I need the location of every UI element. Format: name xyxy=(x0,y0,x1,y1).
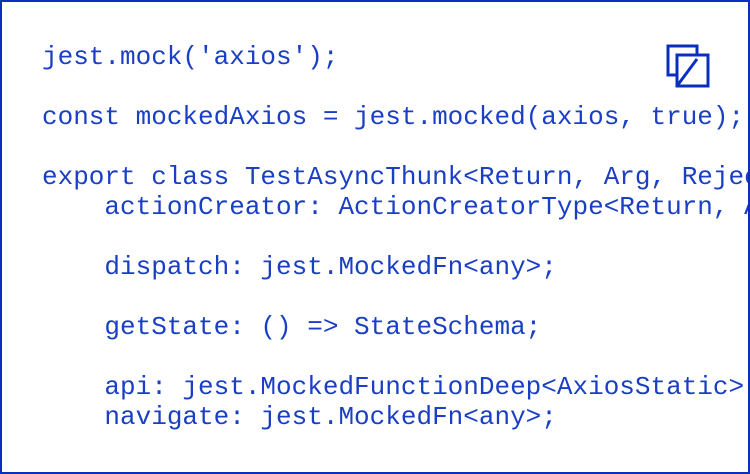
code-line: dispatch: jest.MockedFn<any>; xyxy=(42,252,557,282)
code-block: jest.mock('axios'); const mockedAxios = … xyxy=(42,2,748,432)
code-line: export class TestAsyncThunk<Return, Arg,… xyxy=(42,162,748,192)
code-line: const mockedAxios = jest.mocked(axios, t… xyxy=(42,102,745,132)
code-line: jest.mock('axios'); xyxy=(42,42,339,72)
code-line: navigate: jest.MockedFn<any>; xyxy=(42,402,557,432)
code-line: getState: () => StateSchema; xyxy=(42,312,542,342)
copy-button[interactable] xyxy=(665,43,713,91)
copy-icon xyxy=(666,44,710,88)
code-line: actionCreator: ActionCreatorType<Return,… xyxy=(104,192,748,222)
code-line: api: jest.MockedFunctionDeep<AxiosStatic… xyxy=(42,372,750,402)
code-panel: jest.mock('axios'); const mockedAxios = … xyxy=(0,0,750,474)
